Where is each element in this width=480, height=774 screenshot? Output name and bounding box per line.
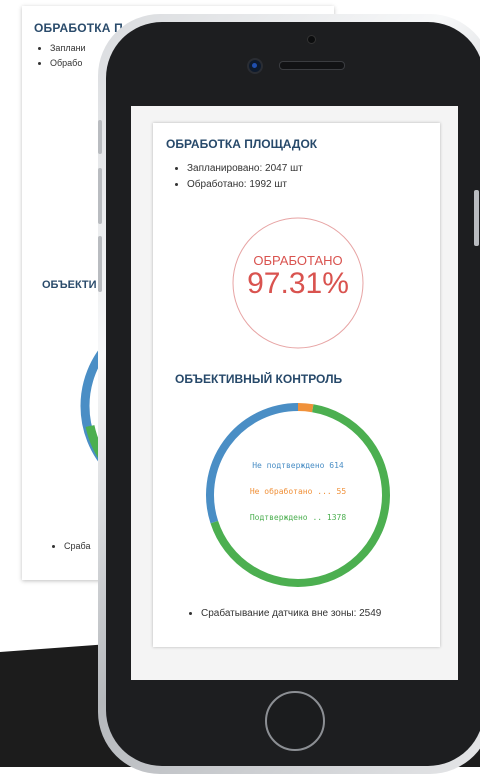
side-button [474, 190, 479, 246]
sensor-out-of-zone: Срабатывание датчика вне зоны: 2549 [201, 606, 381, 622]
volume-button [98, 236, 102, 292]
volume-button [98, 168, 102, 224]
camera-icon [247, 58, 263, 74]
donut-slice-not-processed [297, 403, 314, 413]
background-bullet: Сраба [64, 539, 90, 554]
background-title: ОБРАБОТКА П [34, 21, 124, 35]
legend-confirmed: Подтверждено .. 1378 [249, 513, 347, 522]
home-button[interactable] [265, 691, 325, 751]
speaker-grille [279, 61, 345, 70]
background-bullet-item: Сраба [64, 539, 90, 554]
processed-percent: 97.31% [247, 267, 349, 300]
background-list-item: Обрабо [50, 56, 86, 71]
processed-label: ОБРАБОТАНО [253, 253, 343, 268]
background-title-2: ОБЪЕКТИ [42, 279, 97, 291]
sensor-list: Срабатывание датчика вне зоны: 2549 [201, 606, 381, 622]
sensor-dot [307, 35, 316, 44]
dashboard-card: ОБРАБОТКА ПЛОЩАДОК Запланировано: 2047 ш… [153, 123, 440, 647]
legend-not-processed: Не обработано ... 55 [249, 487, 347, 496]
control-title: ОБЪЕКТИВНЫЙ КОНТРОЛЬ [175, 372, 343, 386]
volume-button [98, 120, 102, 154]
background-list: Заплани Обрабо [50, 41, 86, 71]
legend-not-confirmed: Не подтверждено 614 [252, 461, 344, 470]
background-list-item: Заплани [50, 41, 86, 56]
phone-screen: ОБРАБОТКА ПЛОЩАДОК Запланировано: 2047 ш… [131, 106, 458, 680]
